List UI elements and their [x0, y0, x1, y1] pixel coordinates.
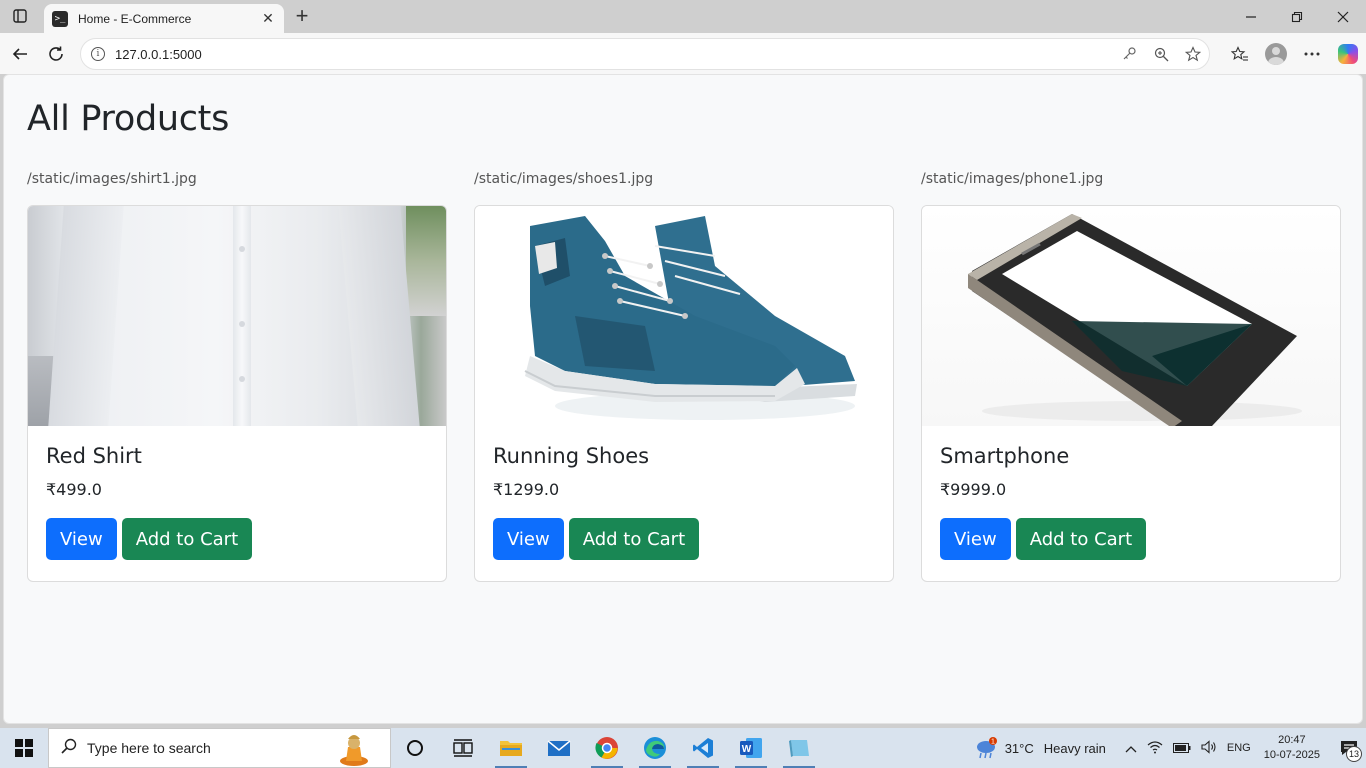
weather-temp: 31°C — [1004, 740, 1034, 756]
refresh-icon[interactable] — [42, 40, 70, 68]
notepad-icon[interactable] — [775, 728, 823, 768]
search-icon — [61, 738, 77, 759]
card-actions: View Add to Cart — [493, 518, 875, 560]
zoom-icon[interactable] — [1145, 39, 1177, 69]
product-name: Running Shoes — [493, 444, 650, 468]
notification-center-icon[interactable]: 13 — [1332, 728, 1366, 768]
image-path-text: /static/images/shirt1.jpg — [27, 171, 197, 187]
mail-icon[interactable] — [535, 728, 583, 768]
product-price: ₹9999.0 — [940, 480, 1007, 499]
product-name: Smartphone — [940, 444, 1070, 468]
notification-count-badge: 13 — [1346, 746, 1362, 762]
product-image-shirt — [28, 206, 446, 426]
view-button[interactable]: View — [493, 518, 564, 560]
product-card: Running Shoes ₹1299.0 View Add to Cart — [474, 205, 894, 582]
language-indicator[interactable]: ENG — [1227, 742, 1251, 754]
product-card: Red Shirt ₹499.0 View Add to Cart — [27, 205, 447, 582]
image-path-text: /static/images/shoes1.jpg — [474, 171, 654, 187]
product-column: /static/images/shoes1.jpg Running Shoes … — [474, 171, 894, 582]
system-tray: 1 31°C Heavy rain ENG 20:47 10-07-2025 1… — [975, 728, 1366, 768]
browser-tab-active[interactable]: >_ Home - E-Commerce ✕ — [44, 4, 284, 33]
weather-rain-icon: 1 — [975, 737, 997, 759]
product-column: /static/images/phone1.jpg Smartphone ₹99… — [921, 171, 1341, 582]
product-image-phone — [922, 206, 1340, 426]
file-explorer-icon[interactable] — [487, 728, 535, 768]
product-column: /static/images/shirt1.jpg Red Shirt ₹499… — [27, 171, 447, 582]
new-tab-button[interactable]: + — [290, 3, 314, 28]
tab-close-icon[interactable]: ✕ — [260, 10, 276, 27]
card-actions: View Add to Cart — [940, 518, 1322, 560]
terminal-favicon-icon: >_ — [52, 10, 68, 27]
site-info-icon[interactable]: i — [91, 47, 105, 61]
more-options-icon[interactable] — [1294, 38, 1330, 70]
tab-actions-icon[interactable] — [8, 5, 32, 27]
vscode-icon[interactable] — [679, 728, 727, 768]
close-window-icon[interactable] — [1320, 0, 1366, 33]
product-image-shoes — [475, 206, 893, 426]
favorite-star-icon[interactable] — [1177, 39, 1209, 69]
minimize-icon[interactable] — [1228, 0, 1274, 33]
product-price: ₹1299.0 — [493, 480, 560, 499]
windows-start-icon[interactable] — [0, 728, 48, 768]
battery-icon[interactable] — [1172, 741, 1191, 756]
copilot-icon[interactable] — [1330, 38, 1366, 70]
product-price: ₹499.0 — [46, 480, 102, 499]
view-button[interactable]: View — [940, 518, 1011, 560]
svg-text:W: W — [742, 744, 752, 755]
card-body: Running Shoes ₹1299.0 View Add to Cart — [475, 426, 893, 578]
search-placeholder: Type here to search — [87, 740, 211, 756]
word-icon[interactable]: W — [727, 728, 775, 768]
weather-alert-badge: 1 — [991, 739, 995, 746]
network-icon[interactable] — [1147, 740, 1163, 757]
edge-icon[interactable] — [631, 728, 679, 768]
add-to-cart-button[interactable]: Add to Cart — [568, 518, 700, 560]
clock-date: 10-07-2025 — [1263, 749, 1320, 761]
tab-title: Home - E-Commerce — [78, 11, 192, 26]
profile-avatar[interactable] — [1258, 38, 1294, 70]
toolbar-right — [1222, 38, 1366, 70]
search-highlight-icon — [338, 731, 370, 767]
favorites-icon[interactable] — [1222, 38, 1258, 70]
page-viewport: All Products /static/images/shirt1.jpg R… — [3, 74, 1363, 724]
clock[interactable]: 20:47 10-07-2025 — [1264, 733, 1320, 763]
product-card: Smartphone ₹9999.0 View Add to Cart — [921, 205, 1341, 582]
task-view-icon[interactable] — [439, 728, 487, 768]
browser-tabstrip: >_ Home - E-Commerce ✕ + — [0, 0, 1366, 33]
card-body: Red Shirt ₹499.0 View Add to Cart — [28, 426, 446, 578]
card-body: Smartphone ₹9999.0 View Add to Cart — [922, 426, 1340, 578]
back-arrow-icon[interactable] — [6, 40, 34, 68]
chrome-icon[interactable] — [583, 728, 631, 768]
view-button[interactable]: View — [46, 518, 117, 560]
key-icon[interactable] — [1113, 39, 1145, 69]
page-title: All Products — [27, 99, 230, 139]
address-bar[interactable]: i 127.0.0.1:5000 — [80, 38, 1210, 70]
weather-text: Heavy rain — [1043, 740, 1106, 756]
clock-time: 20:47 — [1278, 734, 1306, 746]
cortana-icon[interactable] — [391, 728, 439, 768]
volume-icon[interactable] — [1201, 739, 1217, 757]
window-controls — [1228, 0, 1366, 33]
image-path-text: /static/images/phone1.jpg — [921, 171, 1104, 187]
product-name: Red Shirt — [46, 444, 142, 468]
chevron-up-icon[interactable] — [1125, 741, 1137, 756]
restore-icon[interactable] — [1274, 0, 1320, 33]
windows-taskbar: Type here to search W 1 31°C Heavy rain — [0, 728, 1366, 768]
add-to-cart-button[interactable]: Add to Cart — [121, 518, 253, 560]
card-actions: View Add to Cart — [46, 518, 428, 560]
weather-widget[interactable]: 1 31°C Heavy rain — [975, 737, 1106, 759]
taskbar-search[interactable]: Type here to search — [48, 728, 391, 768]
add-to-cart-button[interactable]: Add to Cart — [1015, 518, 1147, 560]
browser-toolbar: i 127.0.0.1:5000 — [0, 33, 1366, 74]
url-text[interactable]: 127.0.0.1:5000 — [115, 47, 1113, 62]
